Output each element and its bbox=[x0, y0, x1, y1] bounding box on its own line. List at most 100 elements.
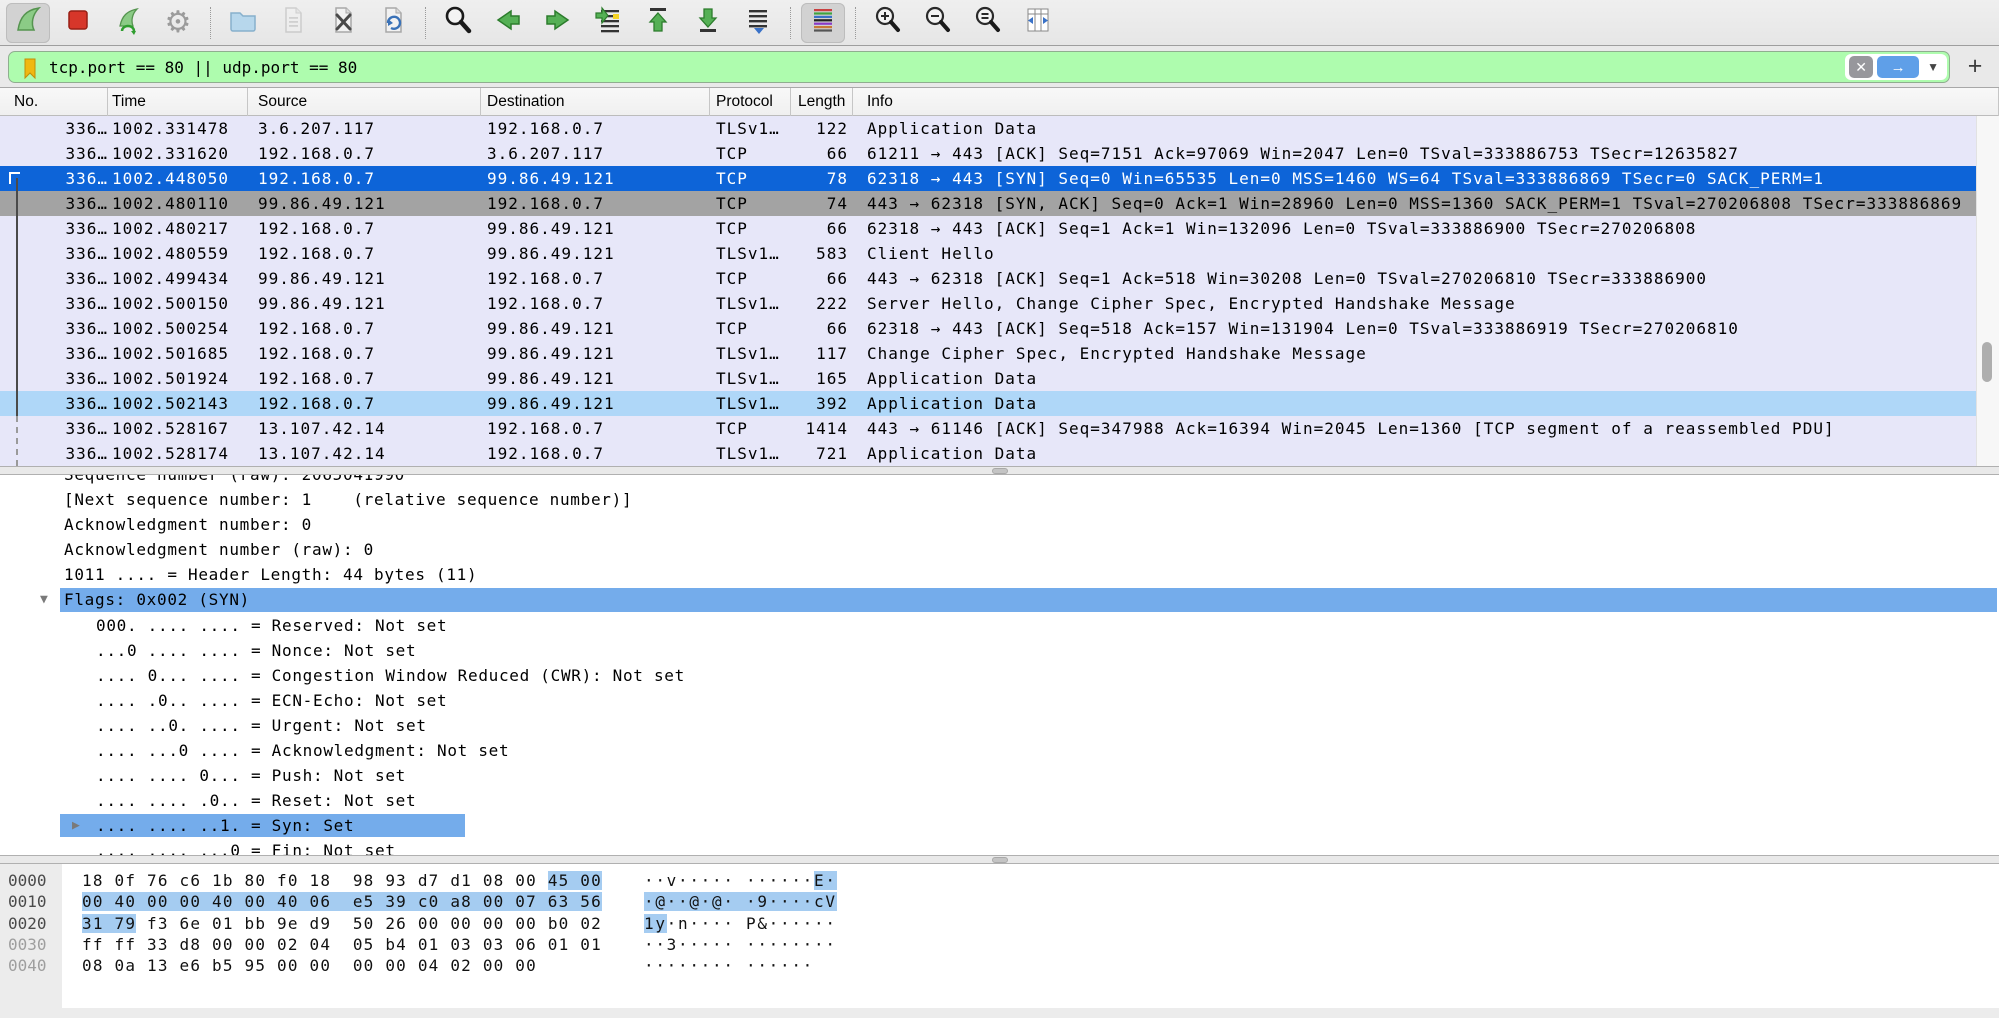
packet-row[interactable]: 336…1002.3314783.6.207.117192.168.0.7TLS… bbox=[0, 116, 1999, 141]
column-header-source[interactable]: Source bbox=[248, 88, 481, 116]
open-file-button[interactable] bbox=[221, 3, 265, 43]
packet-row[interactable]: 336…1002.52817413.107.42.14192.168.0.7TL… bbox=[0, 441, 1999, 466]
hex-row[interactable]: 0030ff ff 33 d8 00 00 02 04 05 b4 01 03 … bbox=[0, 934, 1999, 955]
cell-time: 1002.480217 bbox=[112, 216, 229, 241]
detail-row[interactable]: 000. .... .... = Reserved: Not set bbox=[0, 613, 1999, 638]
reload-file-button[interactable] bbox=[371, 3, 415, 43]
hex-bytes: ff ff 33 d8 00 00 02 04 05 b4 01 03 03 0… bbox=[82, 934, 602, 955]
packet-row[interactable]: 336…1002.502143192.168.0.799.86.49.121TL… bbox=[0, 391, 1999, 416]
restart-capture-button[interactable] bbox=[106, 3, 150, 43]
filter-buttons: ✕ → ▼ bbox=[1845, 54, 1947, 80]
filter-history-chevron-icon[interactable]: ▼ bbox=[1923, 60, 1943, 74]
detail-row[interactable]: ...0 .... .... = Nonce: Not set bbox=[0, 638, 1999, 663]
detail-row[interactable]: Acknowledgment number: 0 bbox=[0, 512, 1999, 537]
cell-time: 1002.480559 bbox=[112, 241, 229, 266]
cell-dst: 99.86.49.121 bbox=[487, 316, 615, 341]
go-to-packet-button[interactable] bbox=[586, 3, 630, 43]
packet-row[interactable]: 336…1002.48011099.86.49.121192.168.0.7TC… bbox=[0, 191, 1999, 216]
detail-row[interactable]: ▼Flags: 0x002 (SYN) bbox=[0, 587, 1999, 612]
column-header-time[interactable]: Time bbox=[108, 88, 248, 116]
packet-row[interactable]: 336…1002.331620192.168.0.73.6.207.117TCP… bbox=[0, 141, 1999, 166]
cell-dst: 3.6.207.117 bbox=[487, 141, 604, 166]
cell-dst: 99.86.49.121 bbox=[487, 216, 615, 241]
column-header-destination[interactable]: Destination bbox=[481, 88, 710, 116]
start-capture-button[interactable] bbox=[6, 3, 50, 43]
detail-row[interactable]: .... .... ...0 = Fin: Not set bbox=[0, 838, 1999, 855]
packet-row[interactable]: 336…1002.501685192.168.0.799.86.49.121TL… bbox=[0, 341, 1999, 366]
packet-row[interactable]: 336…1002.480559192.168.0.799.86.49.121TL… bbox=[0, 241, 1999, 266]
packet-row[interactable]: 336…1002.49943499.86.49.121192.168.0.7TC… bbox=[0, 266, 1999, 291]
cell-dst: 99.86.49.121 bbox=[487, 166, 615, 191]
collapse-arrow-icon[interactable]: ▼ bbox=[40, 587, 49, 612]
capture-options-button[interactable]: ⚙ bbox=[156, 3, 200, 43]
cell-time: 1002.448050 bbox=[112, 166, 229, 191]
cell-len: 66 bbox=[770, 316, 848, 341]
detail-row[interactable]: [Next sequence number: 1 (relative seque… bbox=[0, 487, 1999, 512]
hex-ascii: ········ ······ bbox=[644, 955, 814, 976]
cell-len: 165 bbox=[770, 366, 848, 391]
list-details-splitter[interactable] bbox=[0, 466, 1999, 475]
packet-row[interactable]: 336…1002.52816713.107.42.14192.168.0.7TC… bbox=[0, 416, 1999, 441]
zoom-in-button[interactable] bbox=[866, 3, 910, 43]
toolbar-separator bbox=[790, 7, 791, 39]
auto-scroll-button[interactable] bbox=[736, 3, 780, 43]
cell-src: 192.168.0.7 bbox=[258, 141, 375, 166]
detail-row[interactable]: .... ...0 .... = Acknowledgment: Not set bbox=[0, 738, 1999, 763]
hex-row[interactable]: 001000 40 00 00 40 00 40 06 e5 39 c0 a8 … bbox=[0, 891, 1999, 912]
packet-row[interactable]: 336…1002.500254192.168.0.799.86.49.121TC… bbox=[0, 316, 1999, 341]
go-to-bottom-button[interactable] bbox=[686, 3, 730, 43]
detail-row[interactable]: Acknowledgment number (raw): 0 bbox=[0, 537, 1999, 562]
column-header-protocol[interactable]: Protocol bbox=[710, 88, 791, 116]
toolbar-separator bbox=[855, 7, 856, 39]
close-file-button[interactable] bbox=[321, 3, 365, 43]
cell-inf: Application Data bbox=[867, 391, 1037, 416]
resize-columns-button[interactable] bbox=[1016, 3, 1060, 43]
column-header-no[interactable]: No. bbox=[0, 88, 108, 116]
detail-row[interactable]: .... 0... .... = Congestion Window Reduc… bbox=[0, 663, 1999, 688]
colorize-packets-button[interactable] bbox=[801, 3, 845, 43]
hex-row[interactable]: 000018 0f 76 c6 1b 80 f0 18 98 93 d7 d1 … bbox=[0, 870, 1999, 891]
go-forward-button[interactable] bbox=[536, 3, 580, 43]
hex-offset: 0020 bbox=[8, 913, 47, 934]
packet-row[interactable]: 336…1002.50015099.86.49.121192.168.0.7TL… bbox=[0, 291, 1999, 316]
go-to-top-button[interactable] bbox=[636, 3, 680, 43]
packet-row[interactable]: 336…1002.480217192.168.0.799.86.49.121TC… bbox=[0, 216, 1999, 241]
bookmark-icon[interactable] bbox=[21, 58, 39, 85]
cell-len: 222 bbox=[770, 291, 848, 316]
detail-row[interactable]: .... .... .0.. = Reset: Not set bbox=[0, 788, 1999, 813]
zoom-reset-button[interactable] bbox=[966, 3, 1010, 43]
column-header-info[interactable]: Info bbox=[853, 88, 1999, 116]
hex-ascii: ··3····· ········ bbox=[644, 934, 837, 955]
go-back-button[interactable] bbox=[486, 3, 530, 43]
detail-row[interactable]: Sequence number (raw): 2065041990 bbox=[0, 475, 1999, 487]
splitter-grip[interactable] bbox=[992, 468, 1008, 474]
clear-filter-button[interactable]: ✕ bbox=[1849, 56, 1873, 78]
start-capture-icon bbox=[12, 4, 44, 41]
zoom-out-button[interactable] bbox=[916, 3, 960, 43]
details-bytes-splitter[interactable] bbox=[0, 855, 1999, 864]
packet-list-scrollbar[interactable] bbox=[1976, 116, 1999, 466]
packet-bytes-pane[interactable]: 000018 0f 76 c6 1b 80 f0 18 98 93 d7 d1 … bbox=[0, 864, 1999, 1008]
column-header-length[interactable]: Length bbox=[791, 88, 853, 116]
apply-filter-button[interactable]: → bbox=[1877, 56, 1919, 78]
detail-row[interactable]: ▶.... .... ..1. = Syn: Set bbox=[0, 813, 1999, 838]
hex-row[interactable]: 002031 79 f3 6e 01 bb 9e d9 50 26 00 00 … bbox=[0, 913, 1999, 934]
detail-row[interactable]: .... .... 0... = Push: Not set bbox=[0, 763, 1999, 788]
add-filter-button[interactable]: + bbox=[1961, 52, 1989, 80]
hex-row[interactable]: 004008 0a 13 e6 b5 95 00 00 00 00 04 02 … bbox=[0, 955, 1999, 976]
open-file-icon bbox=[227, 4, 259, 41]
detail-text: Acknowledgment number (raw): 0 bbox=[64, 537, 374, 562]
display-filter-input[interactable]: tcp.port == 80 || udp.port == 80 ✕ → ▼ bbox=[8, 51, 1950, 83]
detail-row[interactable]: .... ..0. .... = Urgent: Not set bbox=[0, 713, 1999, 738]
expand-arrow-icon[interactable]: ▶ bbox=[72, 813, 81, 838]
detail-row[interactable]: .... .0.. .... = ECN-Echo: Not set bbox=[0, 688, 1999, 713]
packet-row[interactable]: 336…1002.501924192.168.0.799.86.49.121TL… bbox=[0, 366, 1999, 391]
cell-len: 122 bbox=[770, 116, 848, 141]
stop-capture-button[interactable] bbox=[56, 3, 100, 43]
scrollbar-thumb[interactable] bbox=[1982, 342, 1992, 382]
cell-dst: 192.168.0.7 bbox=[487, 266, 604, 291]
find-packet-button[interactable] bbox=[436, 3, 480, 43]
packet-row[interactable]: 336…1002.448050192.168.0.799.86.49.121TC… bbox=[0, 166, 1999, 191]
splitter-grip[interactable] bbox=[992, 857, 1008, 863]
detail-row[interactable]: 1011 .... = Header Length: 44 bytes (11) bbox=[0, 562, 1999, 587]
